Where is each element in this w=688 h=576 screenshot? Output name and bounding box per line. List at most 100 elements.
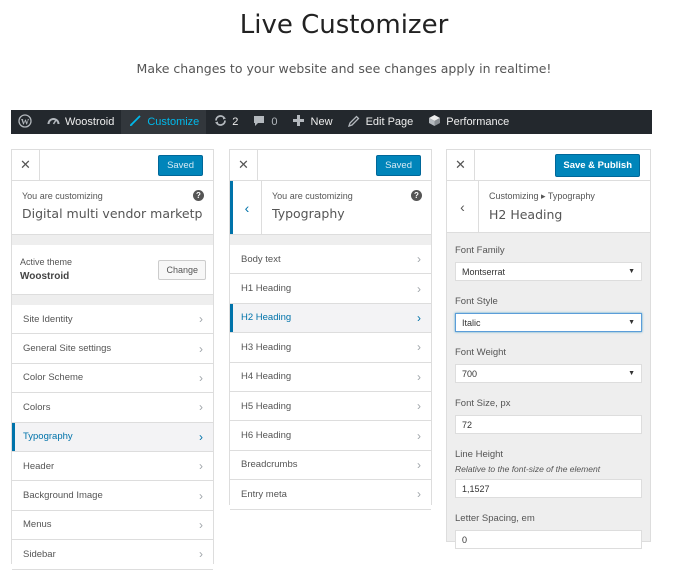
chevron-right-icon: ›	[417, 399, 421, 414]
section-item[interactable]: Color Scheme ›	[12, 363, 213, 394]
section-label: Typography	[23, 431, 73, 443]
customizer-panel-h2: ✕ Save & Publish ‹ Customizing ▸ Typogra…	[446, 149, 651, 549]
typography-item-active[interactable]: H2 Heading ›	[230, 303, 431, 334]
adminbar-site-label: Woostroid	[65, 116, 115, 128]
caret-down-icon: ▼	[628, 370, 635, 377]
typography-label: H2 Heading	[241, 312, 292, 324]
close-icon[interactable]: ✕	[12, 149, 40, 181]
typography-label: H4 Heading	[241, 371, 292, 383]
panel-header: ✕ Save & Publish	[447, 149, 650, 181]
comments-icon	[252, 115, 266, 130]
customizer-panel-main: ✕ Saved You are customizing Digital mult…	[11, 149, 214, 570]
section-label: Sidebar	[23, 548, 56, 560]
font-family-label: Font Family	[455, 245, 505, 256]
chevron-right-icon: ›	[199, 488, 203, 503]
font-style-select[interactable]: Italic ▼	[455, 313, 642, 332]
adminbar-customize-label: Customize	[147, 116, 200, 128]
typography-label: H5 Heading	[241, 400, 292, 412]
font-style-label: Font Style	[455, 296, 498, 307]
font-family-value: Montserrat	[462, 266, 506, 277]
chevron-right-icon: ›	[199, 370, 203, 385]
font-weight-label: Font Weight	[455, 347, 507, 358]
adminbar-site[interactable]: Woostroid	[39, 110, 121, 134]
line-height-input[interactable]: 1,1527	[455, 479, 642, 498]
customizing-info: ‹ You are customizing Typography ?	[230, 181, 431, 235]
font-family-select[interactable]: Montserrat ▼	[455, 262, 642, 281]
adminbar-wordpress[interactable]: W	[11, 110, 39, 134]
customizing-label: You are customizing	[22, 191, 103, 201]
section-item[interactable]: Background Image ›	[12, 481, 213, 511]
caret-down-icon: ▼	[628, 268, 635, 275]
adminbar-edit-page-label: Edit Page	[365, 116, 414, 128]
typography-label: H3 Heading	[241, 341, 292, 353]
section-item-active[interactable]: Typography ›	[12, 422, 213, 452]
adminbar-updates-count: 2	[232, 116, 239, 128]
typography-item[interactable]: H6 Heading ›	[230, 421, 431, 451]
typography-item[interactable]: H4 Heading ›	[230, 362, 431, 392]
font-style-value: Italic	[462, 317, 481, 328]
adminbar-updates[interactable]: 2	[206, 110, 245, 134]
section-title: H2 Heading	[489, 207, 563, 222]
section-item[interactable]: Menus ›	[12, 510, 213, 541]
saved-button[interactable]: Saved	[376, 154, 421, 176]
adminbar-new[interactable]: New	[285, 110, 340, 134]
back-arrow-icon[interactable]: ‹	[447, 181, 479, 232]
pencil-icon	[347, 115, 361, 130]
hero-title: Live Customizer	[239, 10, 449, 40]
chevron-right-icon: ›	[417, 281, 421, 296]
wordpress-icon: W	[18, 113, 32, 131]
font-size-label: Font Size, px	[455, 398, 511, 409]
help-icon[interactable]: ?	[193, 190, 204, 201]
breadcrumb: Customizing ▸ Typography	[489, 191, 595, 201]
customizing-label: You are customizing	[272, 191, 353, 201]
dashboard-icon	[46, 115, 60, 130]
section-item[interactable]: Sidebar ›	[12, 540, 213, 570]
brush-icon	[128, 114, 142, 130]
adminbar-comments-count: 0	[271, 116, 278, 128]
customizer-panel-typography: ✕ Saved ‹ You are customizing Typography…	[229, 149, 432, 510]
section-label: Color Scheme	[23, 372, 84, 384]
change-theme-button[interactable]: Change	[158, 260, 206, 280]
section-label: Header	[23, 460, 55, 472]
adminbar-edit-page[interactable]: Edit Page	[340, 110, 421, 134]
section-list: Site Identity › General Site settings › Co…	[12, 305, 213, 570]
section-item[interactable]: General Site settings ›	[12, 334, 213, 364]
typography-label: Entry meta	[241, 488, 287, 500]
adminbar-customize[interactable]: Customize	[121, 110, 207, 134]
typography-item[interactable]: H1 Heading ›	[230, 274, 431, 304]
typography-item[interactable]: H3 Heading ›	[230, 333, 431, 363]
line-height-description: Relative to the font-size of the element	[455, 464, 601, 474]
section-item[interactable]: Header ›	[12, 451, 213, 482]
letter-spacing-label: Letter Spacing, em	[455, 513, 535, 524]
section-item[interactable]: Colors ›	[12, 393, 213, 423]
hero-subtitle: Make changes to your website and see cha…	[136, 61, 552, 76]
chevron-right-icon: ›	[417, 340, 421, 355]
customizing-info: ‹ Customizing ▸ Typography H2 Heading	[447, 181, 650, 233]
adminbar-performance[interactable]: Performance	[420, 110, 516, 134]
section-item[interactable]: Site Identity ›	[12, 305, 213, 335]
panel-header: ✕ Saved	[12, 149, 213, 181]
saved-button[interactable]: Saved	[158, 154, 203, 176]
active-theme-box: Active theme Woostroid Change	[12, 245, 213, 295]
close-icon[interactable]: ✕	[230, 149, 258, 181]
typography-item[interactable]: Entry meta ›	[230, 480, 431, 510]
typography-item[interactable]: H5 Heading ›	[230, 391, 431, 422]
typography-item[interactable]: Body text ›	[230, 245, 431, 275]
letter-spacing-input[interactable]: 0	[455, 530, 642, 549]
typography-list: Body text › H1 Heading › H2 Heading › H3 He…	[230, 245, 431, 510]
back-arrow-icon[interactable]: ‹	[230, 181, 262, 234]
help-icon[interactable]: ?	[411, 190, 422, 201]
font-weight-select[interactable]: 700 ▼	[455, 364, 642, 383]
chevron-right-icon: ›	[417, 487, 421, 502]
font-weight-value: 700	[462, 368, 478, 379]
save-publish-button[interactable]: Save & Publish	[555, 153, 640, 177]
section-label: Background Image	[23, 490, 103, 502]
close-icon[interactable]: ✕	[447, 149, 475, 181]
adminbar-comments[interactable]: 0	[245, 110, 284, 134]
font-size-input[interactable]: 72	[455, 415, 642, 434]
chevron-right-icon: ›	[417, 252, 421, 267]
typography-item[interactable]: Breadcrumbs ›	[230, 450, 431, 481]
performance-icon	[427, 114, 441, 130]
plus-icon	[292, 115, 306, 129]
line-height-label: Line Height	[455, 449, 504, 460]
